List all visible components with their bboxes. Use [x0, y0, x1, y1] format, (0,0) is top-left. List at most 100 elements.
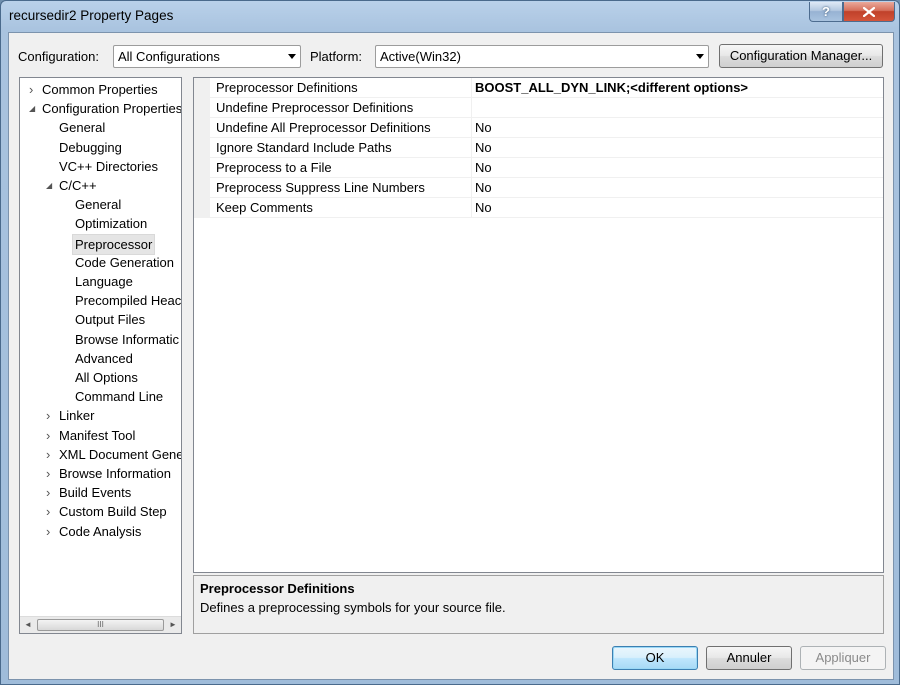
- tree-item-label: Browse Information: [59, 466, 171, 481]
- column-divider: [471, 178, 472, 198]
- column-divider: [471, 198, 472, 218]
- property-value[interactable]: No: [475, 178, 492, 198]
- tree-item-label: Optimization: [75, 216, 148, 232]
- tree-item-label: General: [75, 197, 122, 213]
- scroll-left-icon[interactable]: ◄: [20, 617, 36, 633]
- platform-select-value: Active(Win32): [380, 49, 461, 64]
- chevron-right-icon[interactable]: ›: [46, 483, 54, 502]
- property-value[interactable]: No: [475, 198, 492, 218]
- tree-item[interactable]: Command Line: [20, 387, 181, 406]
- tree-item-label: C/C++: [59, 178, 97, 193]
- row-gutter: [194, 78, 210, 98]
- description-panel: Preprocessor Definitions Defines a prepr…: [193, 575, 884, 634]
- column-divider: [471, 138, 472, 158]
- chevron-right-icon[interactable]: ›: [46, 522, 54, 541]
- tree-item[interactable]: Debugging: [20, 138, 181, 157]
- property-value[interactable]: BOOST_ALL_DYN_LINK;<different options>: [475, 78, 748, 98]
- tree-item[interactable]: › XML Document Gene: [20, 445, 181, 464]
- title-bar[interactable]: recursedir2 Property Pages ?: [1, 1, 899, 33]
- row-gutter: [194, 138, 210, 158]
- tree-item[interactable]: Precompiled Heac: [20, 291, 181, 310]
- horizontal-scrollbar[interactable]: ◄ III ►: [20, 616, 181, 633]
- configuration-select[interactable]: All Configurations: [113, 45, 301, 68]
- tree-item-label: Browse Informatic: [75, 331, 180, 347]
- property-row[interactable]: Preprocessor Definitions BOOST_ALL_DYN_LI…: [194, 78, 883, 98]
- help-icon: ?: [822, 4, 830, 19]
- tree-item-label: Language: [75, 274, 133, 289]
- property-tree[interactable]: › Common Properties ◢ Configuration Propert…: [19, 77, 182, 634]
- description-text: Defines a preprocessing symbols for your…: [200, 600, 506, 615]
- property-name: Preprocess to a File: [216, 160, 332, 175]
- property-row[interactable]: Preprocess to a File No: [194, 158, 883, 178]
- tree-item-label: Code Analysis: [59, 523, 142, 539]
- property-row[interactable]: Preprocess Suppress Line Numbers No: [194, 178, 883, 198]
- column-divider: [471, 78, 472, 98]
- platform-select[interactable]: Active(Win32): [375, 45, 709, 68]
- configuration-label: Configuration:: [18, 49, 99, 64]
- tree-item-label: All Options: [75, 370, 138, 385]
- tree-item[interactable]: ◢ Configuration Properties: [20, 99, 181, 118]
- property-row[interactable]: Keep Comments No: [194, 198, 883, 218]
- tree-item[interactable]: › Common Properties: [20, 80, 181, 99]
- tree-item-label: Common Properties: [42, 82, 158, 97]
- help-button[interactable]: ?: [809, 2, 843, 22]
- tree-item[interactable]: Language: [20, 272, 181, 291]
- tree-item[interactable]: VC++ Directories: [20, 157, 181, 176]
- chevron-right-icon[interactable]: ›: [46, 406, 54, 425]
- tree-item[interactable]: Browse Informatic: [20, 330, 181, 349]
- tree-item-label: VC++ Directories: [59, 158, 158, 174]
- tree-item-label: Output Files: [75, 312, 146, 328]
- tree-item[interactable]: All Options: [20, 368, 181, 387]
- tree-item-label: Precompiled Heac: [75, 293, 182, 309]
- tree-item-label: Linker: [59, 408, 95, 424]
- property-name: Ignore Standard Include Paths: [216, 140, 392, 155]
- tree-item-label: Code Generation: [75, 254, 175, 270]
- tree-item[interactable]: Optimization: [20, 214, 181, 233]
- description-title: Preprocessor Definitions: [200, 581, 355, 596]
- chevron-right-icon[interactable]: ›: [46, 426, 54, 445]
- chevron-right-icon[interactable]: ›: [29, 80, 37, 99]
- tree-item[interactable]: Advanced: [20, 349, 181, 368]
- configuration-manager-button[interactable]: Configuration Manager...: [719, 44, 883, 68]
- scroll-right-icon[interactable]: ►: [165, 617, 181, 633]
- apply-button[interactable]: Appliquer: [800, 646, 886, 670]
- tree-item[interactable]: Preprocessor: [20, 233, 181, 255]
- expanded-triangle-icon[interactable]: ◢: [46, 176, 54, 195]
- ok-button[interactable]: OK: [612, 646, 698, 670]
- tree-item[interactable]: Output Files: [20, 310, 181, 329]
- property-name: Preprocess Suppress Line Numbers: [216, 180, 425, 195]
- cancel-button[interactable]: Annuler: [706, 646, 792, 670]
- property-value[interactable]: No: [475, 158, 492, 178]
- tree-item[interactable]: General: [20, 195, 181, 214]
- tree-item-label: Advanced: [75, 350, 133, 366]
- column-divider: [471, 98, 472, 118]
- window-title: recursedir2 Property Pages: [9, 8, 174, 23]
- tree-item[interactable]: General: [20, 118, 181, 137]
- close-icon: [863, 6, 875, 17]
- tree-item[interactable]: › Code Analysis: [20, 522, 181, 541]
- expanded-triangle-icon[interactable]: ◢: [29, 99, 37, 118]
- chevron-right-icon[interactable]: ›: [46, 445, 54, 464]
- tree-item[interactable]: ◢ C/C++: [20, 176, 181, 195]
- tree-item[interactable]: › Build Events: [20, 483, 181, 502]
- property-value[interactable]: No: [475, 118, 492, 138]
- tree-item[interactable]: Code Generation: [20, 253, 181, 272]
- property-row[interactable]: Undefine Preprocessor Definitions: [194, 98, 883, 118]
- tree-item[interactable]: › Manifest Tool: [20, 426, 181, 445]
- chevron-right-icon[interactable]: ›: [46, 464, 54, 483]
- property-grid[interactable]: Preprocessor Definitions BOOST_ALL_DYN_LI…: [193, 77, 884, 573]
- scrollbar-thumb[interactable]: III: [37, 619, 164, 631]
- property-value[interactable]: No: [475, 138, 492, 158]
- property-row[interactable]: Undefine All Preprocessor Definitions No: [194, 118, 883, 138]
- tree-item-label: Debugging: [59, 139, 122, 155]
- tree-item-label: Custom Build Step: [59, 504, 167, 520]
- tree-item[interactable]: › Linker: [20, 406, 181, 425]
- tree-item[interactable]: › Browse Information: [20, 464, 181, 483]
- chevron-right-icon[interactable]: ›: [46, 502, 54, 521]
- tree-item[interactable]: › Custom Build Step: [20, 502, 181, 521]
- property-row[interactable]: Ignore Standard Include Paths No: [194, 138, 883, 158]
- close-button[interactable]: [843, 2, 895, 22]
- chevron-down-icon: [288, 54, 296, 59]
- row-gutter: [194, 98, 210, 118]
- column-divider: [471, 158, 472, 178]
